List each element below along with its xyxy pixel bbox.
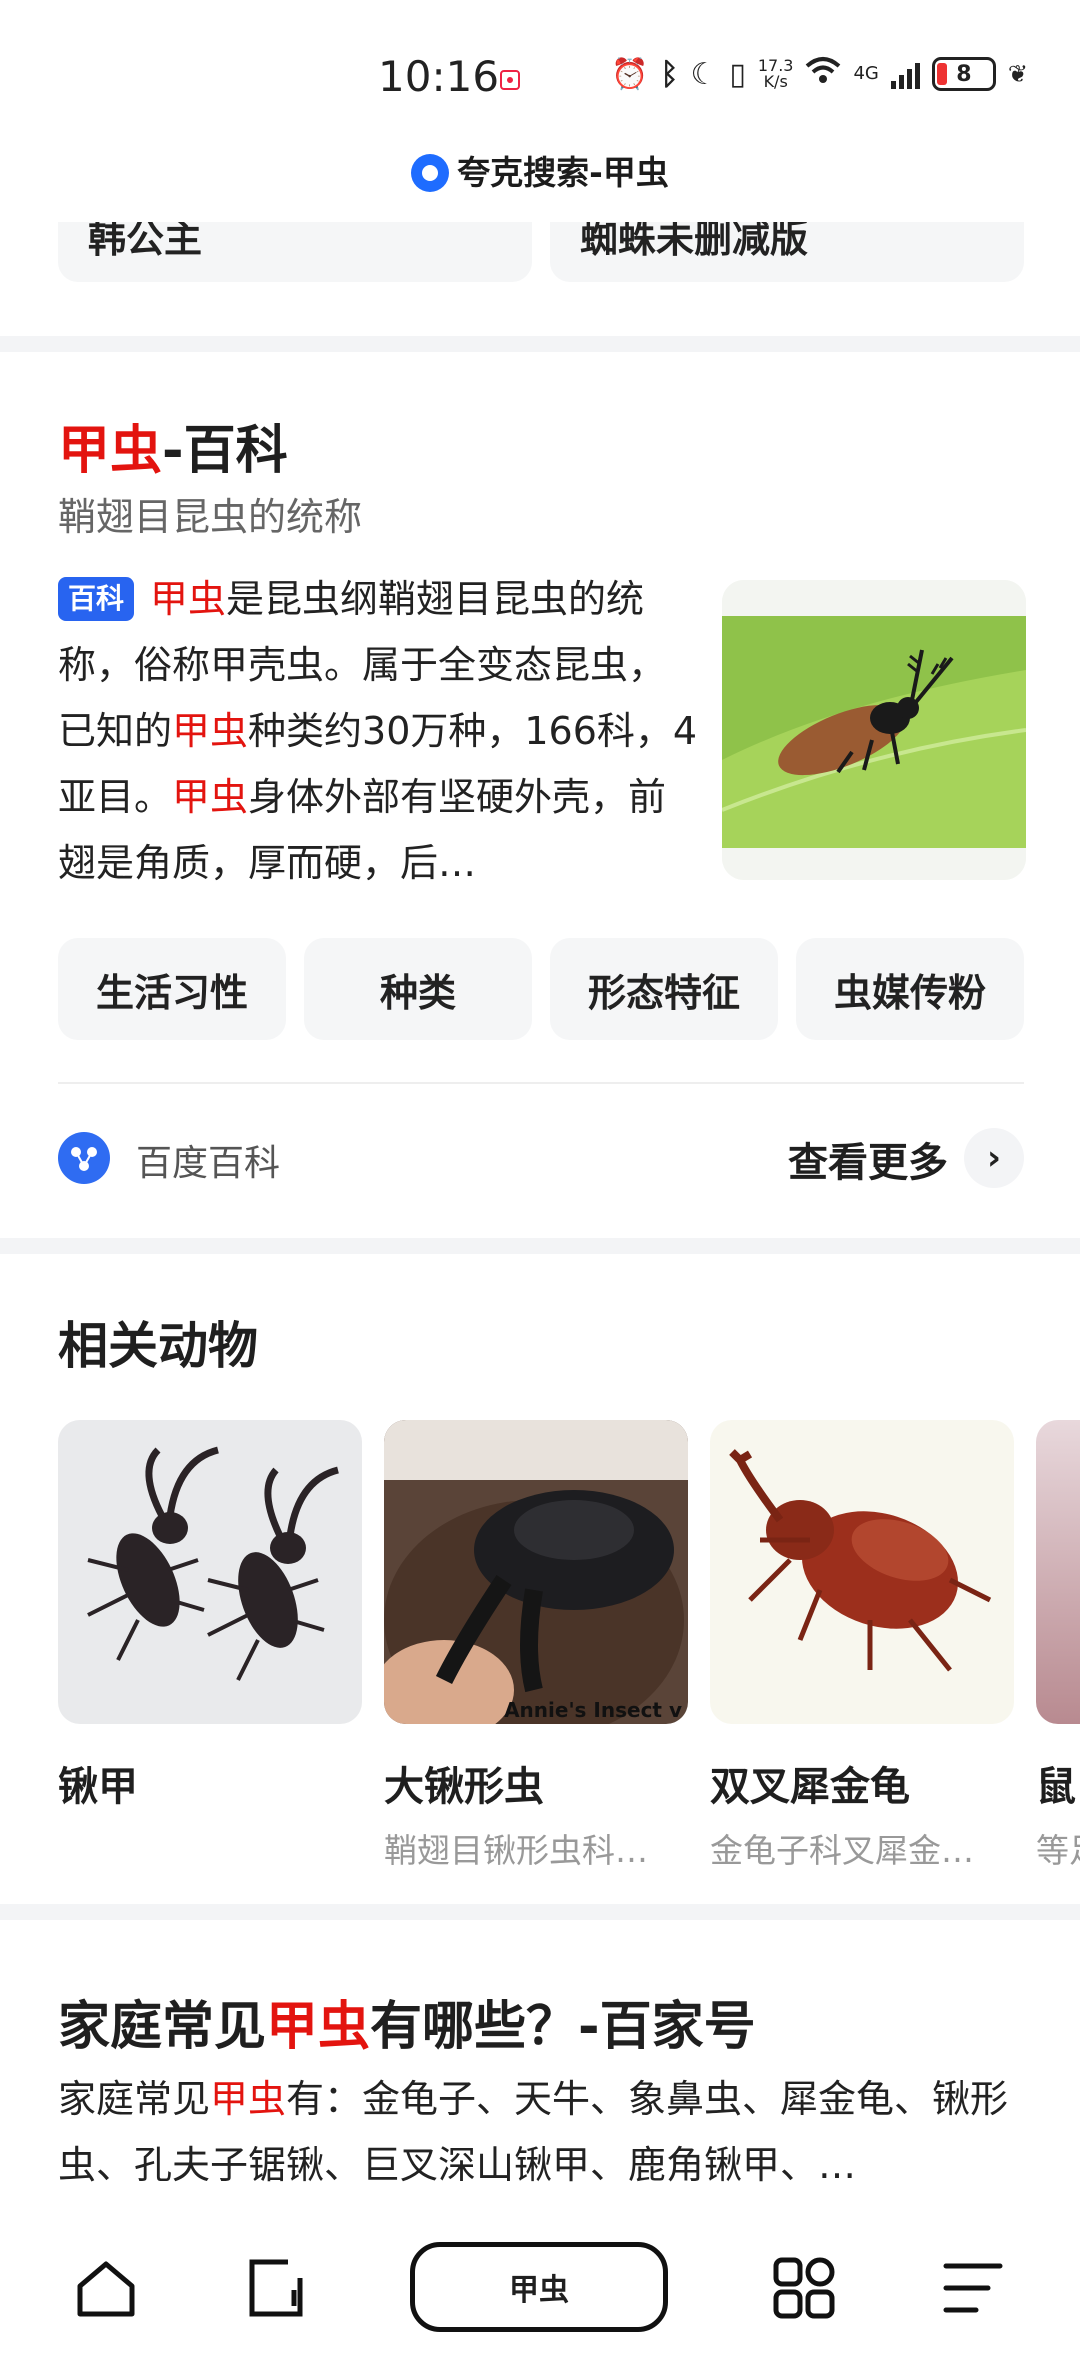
wiki-summary-highlight: 甲虫: [172, 709, 249, 753]
page-title-text: 夸克搜索-甲虫: [457, 153, 669, 192]
top-card-row: 韩公主 蜘蛛未删减版: [0, 222, 1080, 292]
article-snippet-pre: 家庭常见: [58, 2077, 211, 2121]
related-animal-name: 大锹形虫: [384, 1764, 544, 1810]
wiki-summary-highlight: 甲虫: [150, 577, 227, 621]
chip-pollination[interactable]: 虫媒传粉: [796, 938, 1024, 1040]
article-title-post: 有哪些？-百家号: [370, 1997, 756, 2057]
article-snippet-highlight: 甲虫: [210, 2077, 287, 2121]
net-speed: 17.3 K/s: [758, 58, 794, 90]
wiki-summary-text: 甲虫是昆虫纲鞘翅目昆虫的统称，俗称甲壳虫。属于全变态昆虫，已知的甲虫种类约30万…: [58, 577, 697, 885]
article-title-highlight: 甲虫: [266, 1997, 371, 2057]
status-time: 10:16: [378, 52, 500, 101]
beetle-image[interactable]: [722, 580, 1026, 880]
chip-species[interactable]: 种类: [304, 938, 532, 1040]
status-icons: ⏰ ᛒ ☾ ▯ 17.3 K/s 4G 8 ❦: [611, 56, 1028, 92]
wiki-subtitle: 鞘翅目昆虫的统称: [58, 495, 363, 539]
related-animal-desc: 金龟子科叉犀金…: [710, 1831, 974, 1870]
wiki-summary[interactable]: 百科 甲虫是昆虫纲鞘翅目昆虫的统称，俗称甲壳虫。属于全变态昆虫，已知的甲虫种类约3…: [58, 566, 698, 896]
top-card-right[interactable]: 蜘蛛未删减版: [550, 222, 1024, 282]
leaf-icon: ❦: [1007, 60, 1028, 88]
related-animal-card[interactable]: 鼠 等足: [1036, 1420, 1080, 1870]
related-animal-name: 鼠: [1036, 1764, 1076, 1810]
tabs-icon[interactable]: [244, 2256, 308, 2320]
wiki-title-highlight: 甲虫: [58, 421, 163, 481]
network-type: 4G: [853, 63, 879, 84]
home-icon[interactable]: [74, 2256, 138, 2320]
image-watermark: Annie's Insect v: [504, 1698, 682, 1722]
top-card-left[interactable]: 韩公主: [58, 222, 532, 282]
battery-icon: 8: [931, 57, 996, 91]
view-more-link[interactable]: 查看更多: [788, 1130, 948, 1188]
apps-icon[interactable]: [772, 2256, 836, 2320]
signal-icon: [890, 59, 920, 89]
section-divider: [0, 336, 1080, 352]
alarm-icon: ⏰: [611, 56, 649, 92]
wiki-source-name[interactable]: 百度百科: [136, 1134, 280, 1186]
chip-morphology[interactable]: 形态特征: [550, 938, 778, 1040]
quark-logo-icon: [411, 154, 450, 192]
rhinoceros-beetle-image: [710, 1420, 1014, 1724]
related-animal-desc: 等足: [1036, 1831, 1080, 1870]
menu-icon[interactable]: [942, 2256, 1006, 2320]
article-title[interactable]: 家庭常见甲虫有哪些？-百家号: [58, 1984, 756, 2059]
related-animal-desc: 鞘翅目锹形虫科…: [384, 1831, 648, 1870]
related-animals-carousel[interactable]: 锹甲 Annie's Insect v 大锹形虫 鞘翅目锹形虫科… 双叉犀金龟 …: [58, 1420, 1080, 1870]
bluetooth-icon: ᛒ: [660, 56, 679, 92]
related-animal-name: 双叉犀金龟: [710, 1764, 910, 1810]
screen-record-icon: [500, 70, 520, 90]
woodlouse-image: [1036, 1420, 1080, 1724]
page-title[interactable]: 夸克搜索-甲虫: [0, 146, 1080, 194]
chevron-right-icon[interactable]: ›: [964, 1128, 1024, 1188]
wiki-source-row: 百度百科 查看更多 ›: [58, 1124, 1024, 1190]
section-divider: [0, 1904, 1080, 1920]
moon-icon: ☾: [690, 56, 718, 92]
related-animals-title: 相关动物: [58, 1317, 258, 1375]
wiki-chips: 生活习性 种类 形态特征 虫媒传粉: [58, 938, 1024, 1040]
wiki-divider: [58, 1082, 1024, 1084]
wiki-summary-highlight: 甲虫: [172, 775, 249, 819]
wiki-badge: 百科: [58, 577, 135, 621]
vibrate-icon: ▯: [729, 56, 746, 92]
section-divider: [0, 1238, 1080, 1254]
bottom-nav: 甲虫: [0, 2210, 1080, 2376]
related-animal-card[interactable]: 双叉犀金龟 金龟子科叉犀金…: [710, 1420, 1014, 1870]
related-animal-name: 锹甲: [58, 1764, 138, 1810]
baidu-baike-logo-icon: [58, 1132, 110, 1184]
battery-level: 8: [956, 61, 972, 87]
related-animal-card[interactable]: Annie's Insect v 大锹形虫 鞘翅目锹形虫科…: [384, 1420, 688, 1870]
top-card-left-label: 韩公主: [88, 222, 203, 261]
chip-habits[interactable]: 生活习性: [58, 938, 286, 1040]
stag-beetle-image: [58, 1420, 362, 1724]
wiki-title[interactable]: 甲虫-百科: [58, 408, 288, 483]
top-card-right-label: 蜘蛛未删减版: [580, 222, 809, 261]
giant-stag-beetle-image: Annie's Insect v: [384, 1420, 688, 1724]
wiki-title-rest: -百科: [162, 421, 288, 481]
article-snippet[interactable]: 家庭常见甲虫有：金龟子、天牛、象鼻虫、犀金龟、锹形虫、孔夫子锯锹、巨叉深山锹甲、…: [58, 2066, 1024, 2198]
related-animal-card[interactable]: 锹甲: [58, 1420, 362, 1824]
article-title-pre: 家庭常见: [58, 1997, 267, 2057]
wifi-icon: [805, 56, 841, 92]
search-box-button[interactable]: 甲虫: [410, 2242, 668, 2332]
status-bar: 10:16 ⏰ ᛒ ☾ ▯ 17.3 K/s 4G 8 ❦: [0, 0, 1080, 150]
net-speed-unit: K/s: [763, 72, 788, 91]
